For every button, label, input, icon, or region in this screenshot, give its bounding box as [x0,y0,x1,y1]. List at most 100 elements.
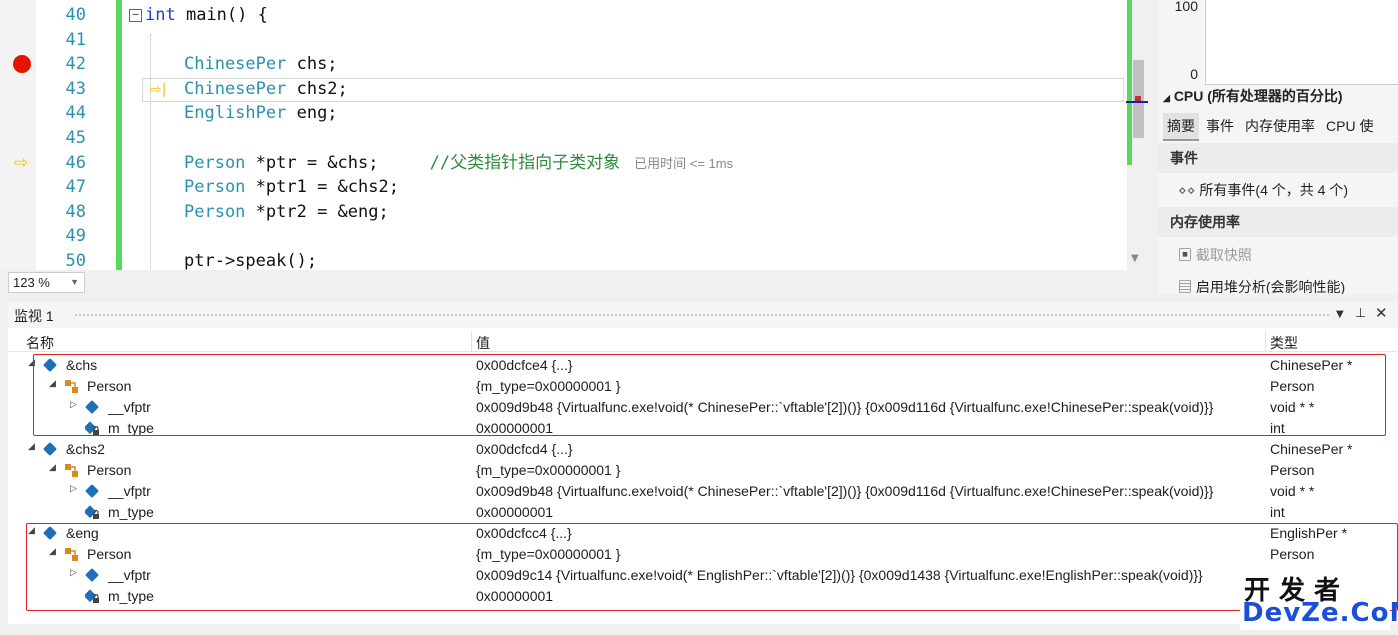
cpu-title-text: CPU (所有处理器的百分比) [1173,88,1343,104]
code-text: *ptr1 = &chs2; [245,177,399,198]
watch-type: Person [1270,462,1315,478]
code-comment: //父类指针指向子类对象 [429,152,621,173]
watch-window: 监视 1 ▼ ⊥ ✕ 名称 值 类型 ◢ &chs 0x00dcfce4 {...}… [8,302,1398,635]
events-section-header: 事件 [1158,143,1398,173]
code-text: ptr->speak(); [184,251,318,270]
next-statement-arrow-icon: ⇨ [14,153,29,173]
code-line[interactable]: Person *ptr1 = &chs2; [184,175,399,199]
code-text: eng; [286,103,338,124]
watch-name: Person [87,462,132,478]
tab-cpu-usage[interactable]: CPU 使 [1322,113,1377,139]
cpu-chart-title[interactable]: ◢ CPU (所有处理器的百分比) [1163,86,1343,106]
expand-arrow-icon[interactable]: ▷ [70,483,77,494]
code-text: *ptr = &chs; [245,152,430,173]
watch-type: void * * [1270,483,1315,499]
watch-row[interactable]: ◢ &chs2 0x00dcfcd4 {...} ChinesePer * [8,439,1398,460]
code-line[interactable]: Person *ptr2 = &eng; [184,200,389,224]
tab-summary[interactable]: 摘要 [1163,113,1199,141]
watch-row[interactable]: ◢ Person {m_type=0x00000001 } Person [8,460,1398,481]
collapse-arrow-icon[interactable]: ◢ [49,462,56,473]
code-type: Person [184,201,246,222]
heap-analysis-toggle[interactable]: ▤ 启用堆分析(会影响性能) [1178,277,1345,294]
code-type: ChinesePer [184,54,287,75]
editor-status-bar [0,270,1150,294]
scope-guide-line [150,34,151,270]
collapse-toggle-icon[interactable]: − [129,9,142,22]
scrollbar-change-bar [1127,0,1132,165]
camera-icon: ▣ [1178,247,1192,263]
line-numbers: 40 41 42 43 44 45 46 47 48 49 50 [36,0,116,270]
code-line[interactable]: ChinesePer chs2; [184,77,348,101]
step-into-arrow-icon[interactable]: ⇨| [150,81,166,99]
diagnostic-tabs: 摘要 事件 内存使用率 CPU 使 [1163,113,1380,141]
watch-value[interactable]: 0x00000001 [476,504,553,520]
line-number: 45 [65,128,86,148]
column-type-header[interactable]: 类型 [1270,333,1298,353]
code-line[interactable]: int main() { [145,3,268,27]
elapsed-time-hint[interactable]: 已用时间 <= 1ms [634,156,733,171]
code-text: main() { [175,5,268,25]
events-icon: ⋄⋄ [1178,182,1196,198]
watch-horizontal-scrollbar[interactable] [8,624,1398,635]
column-name-header[interactable]: 名称 [26,333,54,353]
watch-title-bar[interactable]: 监视 1 ▼ ⊥ ✕ [8,302,1398,328]
code-type: Person [184,152,246,173]
column-divider[interactable] [1265,331,1266,351]
tab-memory-usage[interactable]: 内存使用率 [1241,113,1319,139]
line-number: 44 [65,103,86,124]
take-snapshot-button[interactable]: ▣ 截取快照 [1178,245,1252,265]
code-editor[interactable]: ⇨ 40 41 42 43 44 45 46 47 48 49 50 − ⇨| int main()… [0,0,1150,270]
code-line[interactable]: ChinesePer chs; [184,52,338,76]
watch-value[interactable]: 0x009d9b48 {Virtualfunc.exe!void(* Chine… [476,483,1213,499]
scroll-down-arrow-icon[interactable]: ▼ [1131,253,1139,264]
object-icon [43,442,57,456]
code-keyword: int [145,5,176,25]
line-number: 48 [65,201,86,222]
breakpoint-margin[interactable] [0,0,36,270]
watch-row[interactable]: m_type 0x00000001 int [8,502,1398,523]
watermark-line2: DevZe.CoM [1242,598,1398,628]
code-type: ChinesePer [184,78,287,99]
cpu-axis-max: 100 [1174,0,1198,14]
code-line[interactable]: Person *ptr = &chs; //父类指针指向子类对象 已用时间 <= … [184,151,733,175]
watch-type: ChinesePer * [1270,441,1353,457]
zoom-level-dropdown[interactable]: 123 % ▼ [8,272,85,293]
window-menu-dropdown-icon[interactable]: ▼ [1336,309,1344,320]
collapse-arrow-icon[interactable]: ◢ [28,441,35,452]
column-divider[interactable] [471,331,472,351]
code-text: chs2; [286,78,348,99]
close-icon[interactable]: ✕ [1375,304,1388,322]
code-line[interactable]: EnglishPer eng; [184,101,338,125]
line-number: 43 [65,78,86,99]
watch-name: __vfptr [108,483,151,499]
line-number: 49 [65,226,86,247]
watch-column-header: 名称 值 类型 [8,331,1398,352]
code-type: EnglishPer [184,103,287,124]
line-number: 40 [65,5,86,25]
tab-events[interactable]: 事件 [1202,113,1238,139]
watch-value[interactable]: {m_type=0x00000001 } [476,462,620,478]
column-value-header[interactable]: 值 [476,333,490,353]
scrollbar-caret-marker [1126,101,1148,103]
line-number: 50 [65,251,86,270]
watch-title: 监视 1 [14,308,54,324]
diagnostic-tools-panel: 100 0 ◢ CPU (所有处理器的百分比) 摘要 事件 内存使用率 CPU 使 事… [1158,0,1398,294]
chevron-down-icon: ▼ [70,277,79,287]
watch-name: m_type [108,504,154,520]
watch-value[interactable]: 0x00dcfcd4 {...} [476,441,573,457]
base-class-icon [64,463,78,477]
memory-section-header: 内存使用率 [1158,207,1398,237]
highlight-box-chs [33,354,1386,436]
pin-icon[interactable]: ⊥ [1355,306,1366,321]
change-tracking-bar [116,0,122,270]
collapse-triangle-icon[interactable]: ◢ [1163,93,1170,103]
code-type: Person [184,177,246,198]
breakpoint-icon[interactable] [13,55,31,73]
code-text: chs; [286,54,338,75]
code-line[interactable]: ptr->speak(); [184,249,317,270]
title-grip [74,313,1330,317]
cpu-usage-chart [1205,0,1398,85]
all-events-link[interactable]: ⋄⋄ 所有事件(4 个，共 4 个) [1178,180,1348,200]
watch-row[interactable]: ▷ __vfptr 0x009d9b48 {Virtualfunc.exe!void… [8,481,1398,502]
code-text: *ptr2 = &eng; [245,201,389,222]
